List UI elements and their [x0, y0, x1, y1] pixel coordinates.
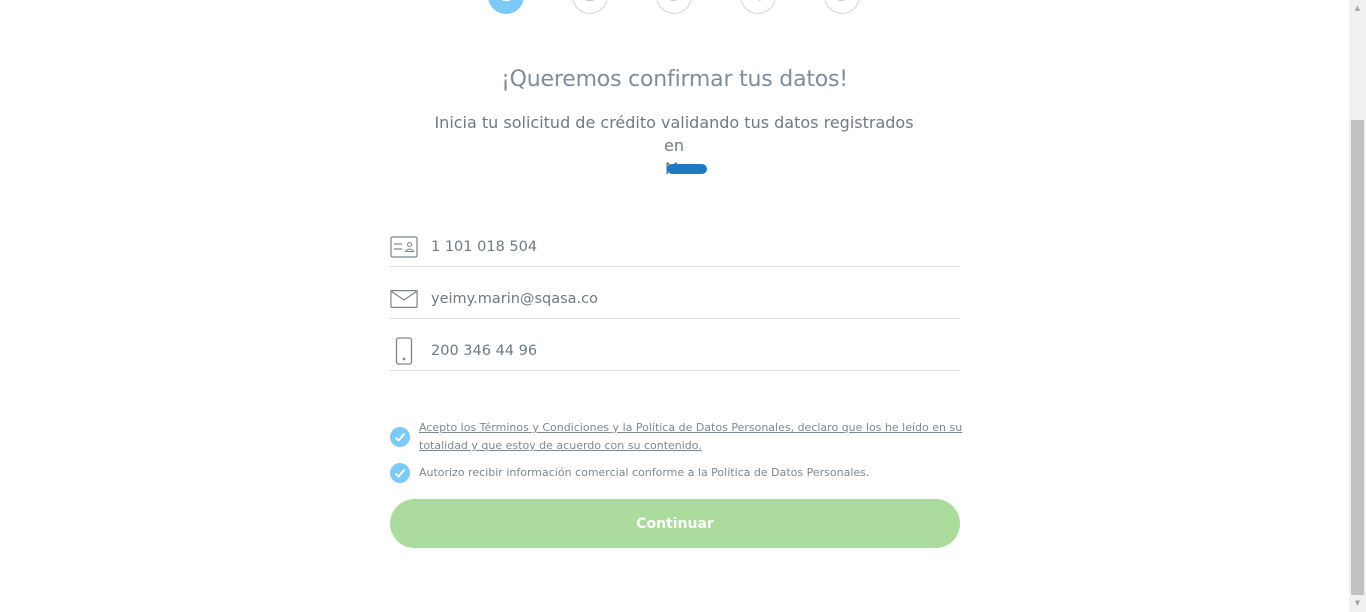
- email-field[interactable]: yeimy.marin@sqasa.co: [390, 280, 960, 319]
- step-1[interactable]: 1: [488, 0, 524, 14]
- mobile-phone-icon: [390, 337, 418, 365]
- step-2[interactable]: 2: [572, 0, 608, 14]
- phone-field[interactable]: 200 346 44 96: [390, 332, 960, 371]
- page-subtitle: Inicia tu solicitud de crédito validando…: [434, 111, 914, 180]
- page-title: ¡Queremos confirmar tus datos!: [501, 67, 848, 92]
- step-3[interactable]: 3: [656, 0, 692, 14]
- envelope-icon: [390, 285, 418, 313]
- terms-link[interactable]: Acepto los Términos y Condiciones y la P…: [419, 419, 964, 455]
- scrollbar-thumb[interactable]: [1351, 120, 1364, 595]
- id-number-field[interactable]: 1 101 018 504: [390, 228, 960, 267]
- page: 1 2 3 4 5 ¡Queremos confirmar tus datos!…: [0, 0, 1349, 612]
- id-number-value[interactable]: 1 101 018 504: [431, 239, 537, 255]
- continue-button[interactable]: Continuar: [390, 499, 960, 548]
- id-card-icon: [390, 233, 418, 261]
- vertical-scrollbar[interactable]: ▲ ▼: [1349, 0, 1366, 612]
- checkmark-icon: [394, 432, 406, 442]
- email-value[interactable]: yeimy.marin@sqasa.co: [431, 291, 598, 307]
- marketing-checkbox[interactable]: [390, 463, 410, 483]
- scroll-up-arrow-icon[interactable]: ▲: [1349, 0, 1366, 17]
- scroll-down-arrow-icon[interactable]: ▼: [1349, 595, 1366, 612]
- phone-value[interactable]: 200 346 44 96: [431, 343, 537, 359]
- step-4[interactable]: 4: [740, 0, 776, 14]
- redaction-mark: [666, 163, 707, 174]
- terms-checkbox[interactable]: [390, 427, 410, 447]
- subtitle-line-1: Inicia tu solicitud de crédito validando…: [434, 113, 914, 155]
- checkmark-icon: [394, 468, 406, 478]
- marketing-consent-label: Autorizo recibir información comercial c…: [419, 466, 870, 479]
- step-5[interactable]: 5: [824, 0, 860, 14]
